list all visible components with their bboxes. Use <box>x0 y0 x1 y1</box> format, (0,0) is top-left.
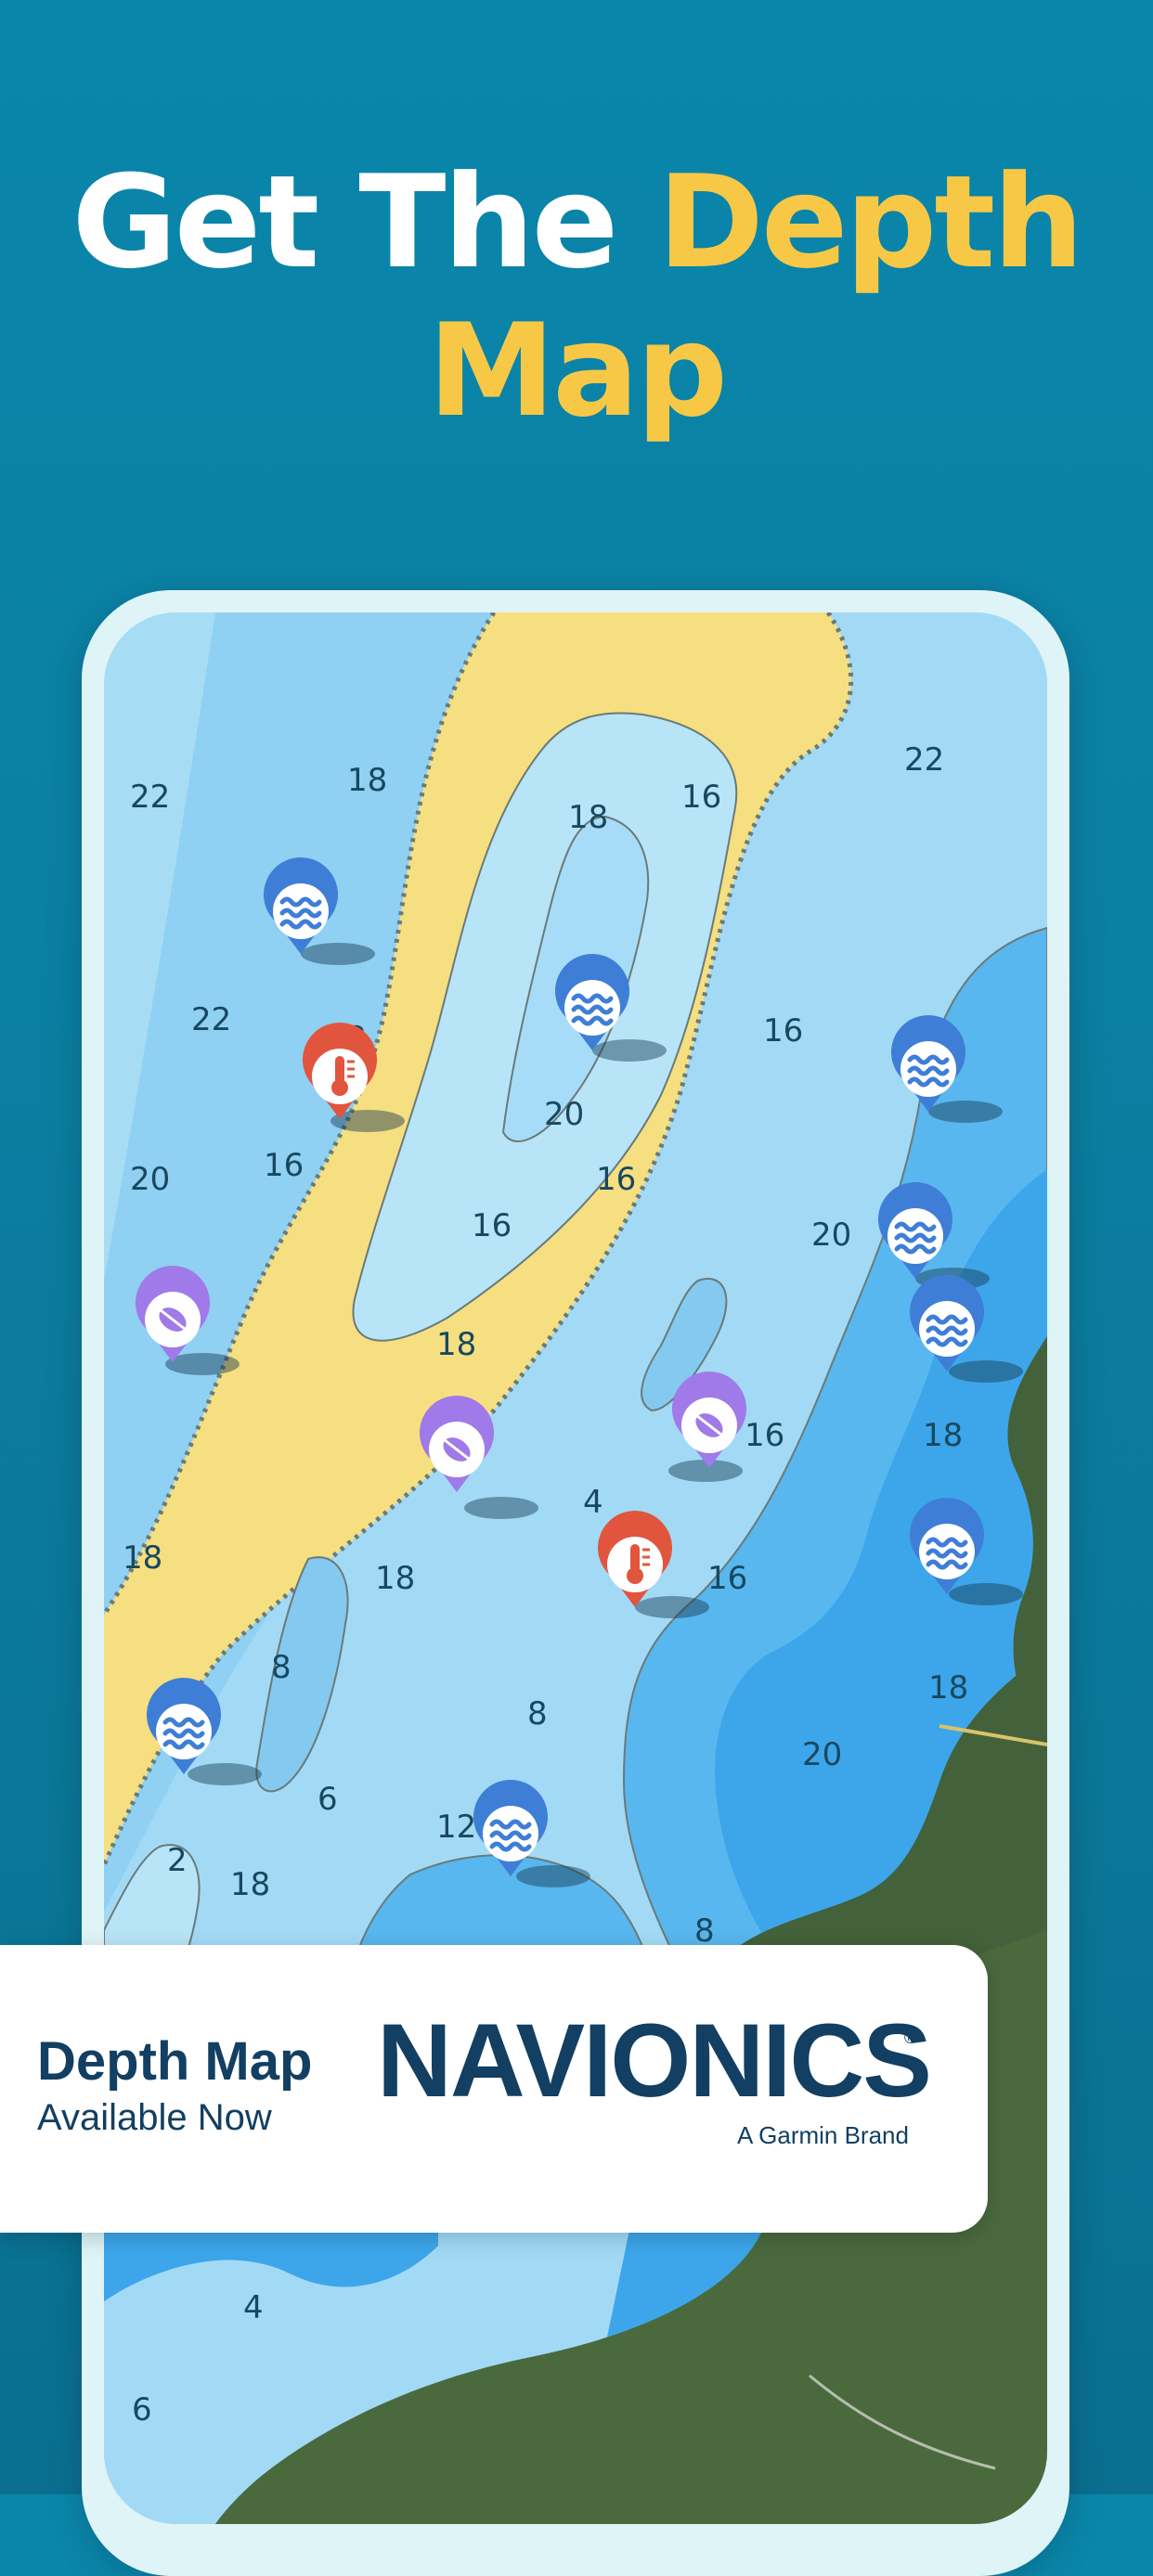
waves-icon[interactable] <box>147 1678 222 1774</box>
headline-yellow: Depth <box>657 148 1083 297</box>
headline-line2: Map <box>427 296 728 445</box>
thermometer-icon[interactable] <box>303 1023 377 1119</box>
waves-icon[interactable] <box>473 1780 548 1876</box>
waves-icon[interactable] <box>555 954 629 1050</box>
registered-mark: ® <box>904 2029 917 2047</box>
promo-card[interactable]: Depth Map Available Now NAVIONICS ® A Ga… <box>0 1945 988 2233</box>
card-subtitle: Available Now <box>37 2097 272 2138</box>
headline-white: Get The <box>71 148 658 297</box>
card-title: Depth Map <box>37 2031 313 2092</box>
fishing-icon[interactable] <box>672 1372 746 1468</box>
depth-map[interactable]: 22 18 18 16 22 22 22 16 20 16 20 16 20 1… <box>104 612 1047 2524</box>
headline: Get The Depth Map <box>0 148 1153 445</box>
markers-layer <box>136 857 984 1876</box>
waves-icon[interactable] <box>878 1182 952 1279</box>
waves-icon[interactable] <box>264 857 338 954</box>
waves-icon[interactable] <box>910 1275 984 1372</box>
thermometer-icon[interactable] <box>598 1511 672 1607</box>
fishing-icon[interactable] <box>136 1266 211 1362</box>
brand-tagline: A Garmin Brand <box>737 2121 909 2149</box>
waves-icon[interactable] <box>891 1015 965 1112</box>
waves-icon[interactable] <box>910 1498 984 1594</box>
navionics-logo: NAVIONICS <box>377 2003 932 2119</box>
fishing-icon[interactable] <box>420 1396 494 1492</box>
